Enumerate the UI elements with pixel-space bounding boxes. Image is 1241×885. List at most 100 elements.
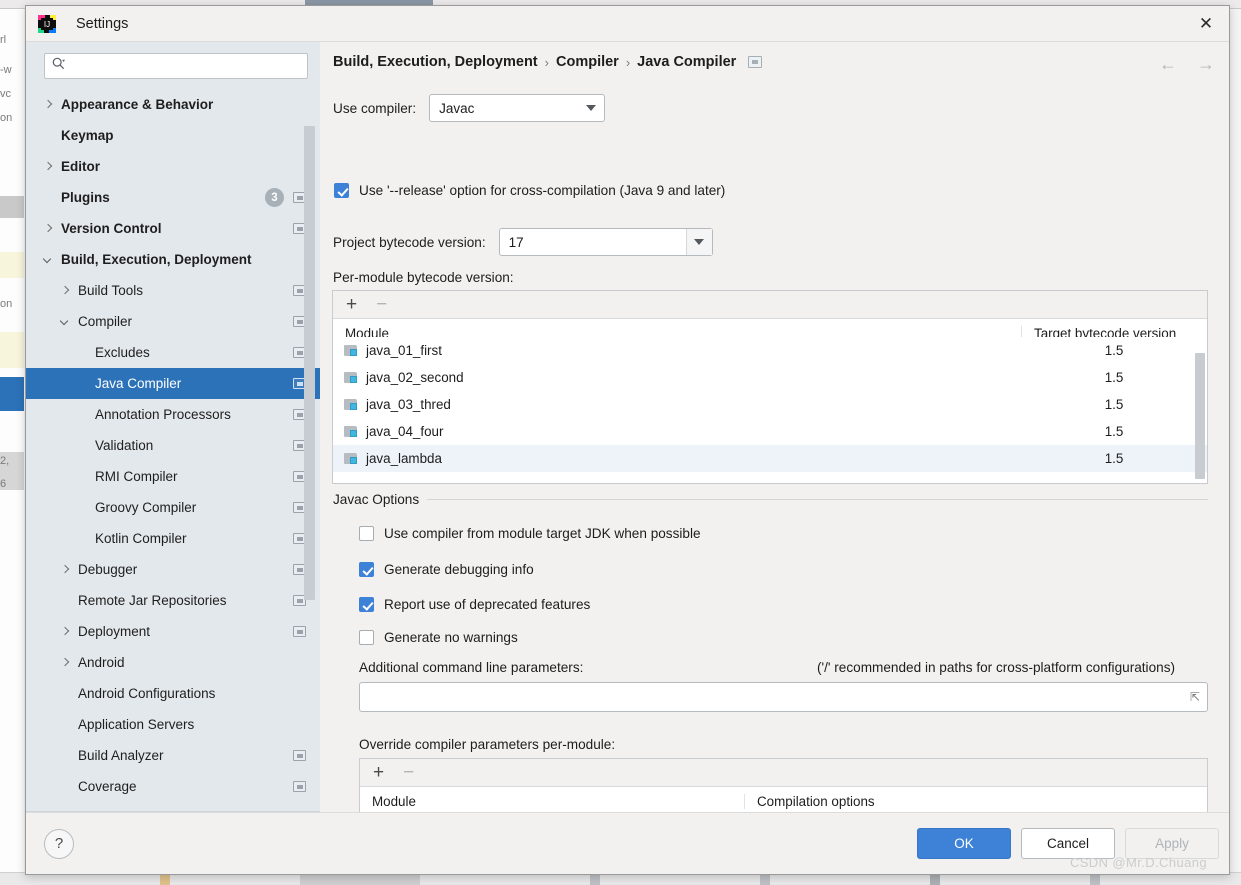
table-row[interactable]: java_01_first 1.5	[333, 337, 1207, 364]
chevron-down-icon[interactable]	[61, 317, 71, 327]
release-option-row[interactable]: Use '--release' option for cross-compila…	[334, 183, 725, 198]
settings-tree[interactable]: Appearance & Behavior Keymap Editor Plugins…	[26, 87, 320, 812]
sidebar-item-label: Coverage	[78, 779, 137, 794]
sidebar-item-version-control[interactable]: Version Control	[26, 213, 320, 244]
javac-option-row[interactable]: Use compiler from module target JDK when…	[359, 526, 701, 541]
module-table-rows[interactable]: java_01_first 1.5 java_02_second 1.5 java_03…	[333, 337, 1207, 472]
target-bytecode-version-cell[interactable]: 1.5	[1021, 451, 1207, 466]
sidebar-item-coverage[interactable]: Coverage	[26, 771, 320, 802]
settings-page-icon[interactable]	[748, 56, 763, 68]
settings-page-icon[interactable]	[293, 626, 306, 637]
javac-option-checkbox[interactable]	[359, 526, 374, 541]
footer-buttons: OK Cancel Apply	[917, 828, 1219, 859]
column-header-compilation-options[interactable]: Compilation options	[744, 793, 1207, 809]
column-header-module[interactable]: Module	[360, 794, 744, 809]
breadcrumb: Build, Execution, Deployment › Compiler …	[333, 54, 763, 70]
add-override-button[interactable]: +	[373, 763, 384, 782]
chevron-right-icon[interactable]	[44, 162, 54, 172]
sidebar-item-application-servers[interactable]: Application Servers	[26, 709, 320, 740]
target-bytecode-version-cell[interactable]: 1.5	[1021, 397, 1207, 412]
target-bytecode-version-cell[interactable]: 1.5	[1021, 370, 1207, 385]
target-bytecode-version-cell[interactable]: 1.5	[1021, 424, 1207, 439]
background-text-fragment: -w	[0, 64, 12, 76]
module-table-scrollbar[interactable]	[1195, 353, 1205, 479]
javac-option-row[interactable]: Generate no warnings	[359, 630, 518, 645]
cancel-button[interactable]: Cancel	[1021, 828, 1115, 859]
use-compiler-dropdown[interactable]: Javac	[429, 94, 606, 122]
taskbar-icon[interactable]	[160, 875, 170, 885]
sidebar-item-deployment[interactable]: Deployment	[26, 616, 320, 647]
javac-option-row[interactable]: Report use of deprecated features	[359, 597, 590, 612]
chevron-right-icon[interactable]	[61, 286, 71, 296]
forward-arrow-icon[interactable]: →	[1197, 55, 1215, 73]
javac-option-checkbox[interactable]	[359, 597, 374, 612]
breadcrumb-part-1[interactable]: Compiler	[556, 54, 619, 70]
sidebar-item-build-execution-deployment[interactable]: Build, Execution, Deployment	[26, 244, 320, 275]
back-arrow-icon[interactable]: ←	[1159, 55, 1177, 73]
sidebar-item-plugins[interactable]: Plugins 3	[26, 182, 320, 213]
sidebar-item-appearance-behavior[interactable]: Appearance & Behavior	[26, 89, 320, 120]
sidebar-item-java-compiler[interactable]: Java Compiler	[26, 368, 320, 399]
sidebar-item-build-analyzer[interactable]: Build Analyzer	[26, 740, 320, 771]
project-bytecode-value[interactable]: 17	[500, 235, 686, 250]
sidebar-scrollbar[interactable]	[304, 126, 315, 600]
ok-button[interactable]: OK	[917, 828, 1011, 859]
sidebar-item-android[interactable]: Android	[26, 647, 320, 678]
sidebar-item-remote-jar-repositories[interactable]: Remote Jar Repositories	[26, 585, 320, 616]
settings-page-icon[interactable]	[293, 750, 306, 761]
project-bytecode-dropdown[interactable]: 17	[498, 228, 713, 256]
table-row[interactable]: java_02_second 1.5	[333, 364, 1207, 391]
sidebar-item-groovy-compiler[interactable]: Groovy Compiler	[26, 492, 320, 523]
remove-override-button[interactable]: −	[403, 763, 414, 782]
sidebar-item-editor[interactable]: Editor	[26, 151, 320, 182]
sidebar-item-build-tools[interactable]: Build Tools	[26, 275, 320, 306]
sidebar-item-excludes[interactable]: Excludes	[26, 337, 320, 368]
sidebar-item-annotation-processors[interactable]: Annotation Processors	[26, 399, 320, 430]
taskbar-icon[interactable]	[760, 875, 770, 885]
taskbar-icon[interactable]	[590, 875, 600, 885]
chevron-right-icon[interactable]	[61, 627, 71, 637]
additional-params-input[interactable]	[360, 689, 1183, 705]
chevron-down-icon[interactable]	[44, 255, 54, 265]
table-row[interactable]: java_lambda 1.5	[333, 445, 1207, 472]
search-input[interactable]	[70, 58, 300, 74]
sidebar-item-keymap[interactable]: Keymap	[26, 120, 320, 151]
sidebar-item-debugger[interactable]: Debugger	[26, 554, 320, 585]
taskbar-active-window[interactable]	[300, 875, 420, 885]
search-box[interactable]	[44, 53, 308, 79]
sidebar-item-android-configurations[interactable]: Android Configurations	[26, 678, 320, 709]
expand-field-icon[interactable]: ⇱	[1183, 690, 1207, 704]
target-bytecode-version-cell[interactable]: 1.5	[1021, 343, 1207, 358]
chevron-right-icon[interactable]	[44, 224, 54, 234]
table-row[interactable]: java_03_thred 1.5	[333, 391, 1207, 418]
sidebar-item-rmi-compiler[interactable]: RMI Compiler	[26, 461, 320, 492]
settings-page-icon[interactable]	[293, 781, 306, 792]
chevron-right-icon[interactable]	[61, 565, 71, 575]
javac-option-checkbox[interactable]	[359, 630, 374, 645]
add-module-button[interactable]: +	[346, 295, 357, 314]
module-cell: java_03_thred	[333, 397, 1021, 412]
taskbar-icon[interactable]	[930, 875, 940, 885]
table-row[interactable]: java_04_four 1.5	[333, 418, 1207, 445]
sidebar-item-validation[interactable]: Validation	[26, 430, 320, 461]
release-option-checkbox[interactable]	[334, 183, 349, 198]
breadcrumb-part-0[interactable]: Build, Execution, Deployment	[333, 54, 538, 70]
additional-params-field[interactable]: ⇱	[359, 682, 1208, 712]
module-name: java_01_first	[366, 343, 442, 358]
chevron-down-icon[interactable]	[685, 229, 712, 255]
chevron-right-icon[interactable]	[44, 100, 54, 110]
sidebar-item-compiler[interactable]: Compiler	[26, 306, 320, 337]
javac-option-row[interactable]: Generate debugging info	[359, 562, 534, 577]
taskbar-icon[interactable]	[1090, 875, 1100, 885]
remove-module-button[interactable]: −	[376, 295, 387, 314]
close-icon[interactable]: ✕	[1183, 6, 1229, 41]
help-button[interactable]: ?	[44, 828, 74, 859]
settings-dialog: IJ Settings ✕ Appearance & Behavior Keym…	[25, 5, 1230, 875]
sidebar-item-kotlin-compiler[interactable]: Kotlin Compiler	[26, 523, 320, 554]
apply-button[interactable]: Apply	[1125, 828, 1219, 859]
chevron-right-icon[interactable]	[61, 658, 71, 668]
breadcrumb-part-2[interactable]: Java Compiler	[637, 54, 736, 70]
javac-option-checkbox[interactable]	[359, 562, 374, 577]
